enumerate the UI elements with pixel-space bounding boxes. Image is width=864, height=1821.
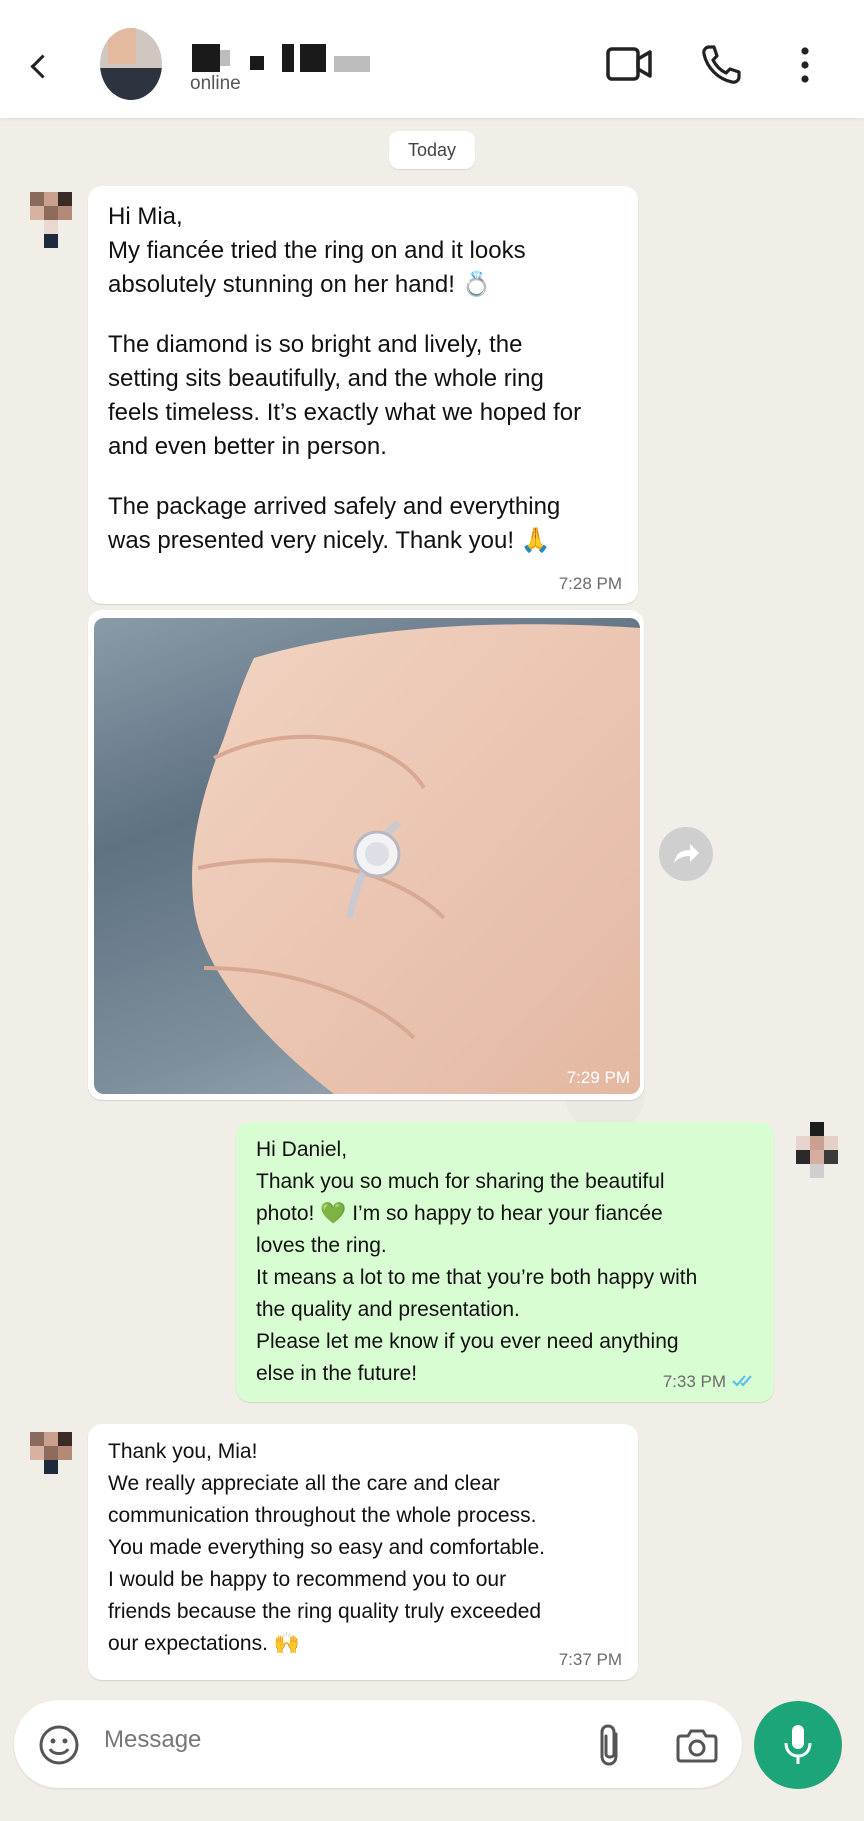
message-line: Hi Mia, <box>108 203 183 230</box>
message-line: Hi Daniel, <box>256 1138 348 1161</box>
contact-status: online <box>190 73 241 94</box>
message-line: loves the ring. <box>256 1234 387 1257</box>
date-separator: Today <box>389 131 475 169</box>
message-line: setting sits beautifully, and the whole … <box>108 365 544 392</box>
message-line: our expectations. 🙌 <box>108 1632 300 1655</box>
message-line: friends because the ring quality truly e… <box>108 1600 542 1623</box>
message-line: It means a lot to me that you’re both ha… <box>256 1266 698 1289</box>
message-line: You made everything so easy and comforta… <box>108 1536 545 1559</box>
sender-avatar[interactable] <box>30 192 76 248</box>
message-line: feels timeless. It’s exactly what we hop… <box>108 399 582 426</box>
message-line: The diamond is so bright and lively, the <box>108 331 523 358</box>
ring-photo[interactable]: 7:29 PM <box>94 618 640 1094</box>
message-line: absolutely stunning on her hand! 💍 <box>108 271 492 298</box>
message-line: Thank you, Mia! <box>108 1440 258 1463</box>
message-timestamp: 7:28 PM <box>558 574 622 593</box>
message-line: Thank you so much for sharing the beauti… <box>256 1170 665 1193</box>
message-line: and even better in person. <box>108 433 387 460</box>
message-line: was presented very nicely. Thank you! 🙏 <box>108 527 551 554</box>
message-line: else in the future! <box>256 1362 418 1385</box>
chat-header: online <box>0 0 864 118</box>
message-line: We really appreciate all the care and cl… <box>108 1472 500 1495</box>
emoji-icon[interactable] <box>38 1724 80 1766</box>
contact-avatar[interactable] <box>100 28 162 100</box>
forward-button[interactable] <box>659 827 713 881</box>
incoming-message-bubble[interactable]: Thank you, Mia! We really appreciate all… <box>88 1424 638 1680</box>
sender-avatar[interactable] <box>30 1432 76 1488</box>
message-input[interactable]: Message <box>104 1726 201 1754</box>
attach-icon[interactable] <box>596 1722 624 1768</box>
outgoing-message-bubble[interactable]: Hi Daniel, Thank you so much for sharing… <box>236 1122 774 1402</box>
message-line: Please let me know if you ever need anyt… <box>256 1330 679 1353</box>
message-line: communication throughout the whole proce… <box>108 1504 537 1527</box>
message-line: The package arrived safely and everythin… <box>108 493 561 520</box>
my-avatar[interactable] <box>796 1122 842 1178</box>
message-text: Hi Mia, My fiancée tried the ring on and… <box>108 200 581 558</box>
read-receipt-icon <box>732 1375 752 1387</box>
back-arrow-icon[interactable] <box>30 54 55 79</box>
message-text: Thank you, Mia! We really appreciate all… <box>108 1436 545 1660</box>
message-line: I would be happy to recommend you to our <box>108 1568 507 1591</box>
voice-message-button[interactable] <box>754 1701 842 1789</box>
video-call-icon[interactable] <box>606 46 652 82</box>
message-timestamp: 7:33 PM <box>662 1372 726 1391</box>
message-line: My fiancée tried the ring on and it look… <box>108 237 526 264</box>
phone-call-icon[interactable] <box>700 44 742 86</box>
camera-icon[interactable] <box>676 1726 718 1764</box>
message-text: Hi Daniel, Thank you so much for sharing… <box>256 1134 697 1390</box>
message-timestamp: 7:37 PM <box>558 1650 622 1669</box>
message-line: photo! 💚 I’m so happy to hear your fianc… <box>256 1202 663 1225</box>
message-line: the quality and presentation. <box>256 1298 520 1321</box>
microphone-icon <box>784 1725 812 1764</box>
photo-timestamp: 7:29 PM <box>566 1068 630 1087</box>
more-options-icon[interactable] <box>798 46 812 84</box>
ring-photo-illustration <box>192 624 640 1094</box>
incoming-message-bubble[interactable]: Hi Mia, My fiancée tried the ring on and… <box>88 186 638 604</box>
forward-icon <box>674 844 699 863</box>
